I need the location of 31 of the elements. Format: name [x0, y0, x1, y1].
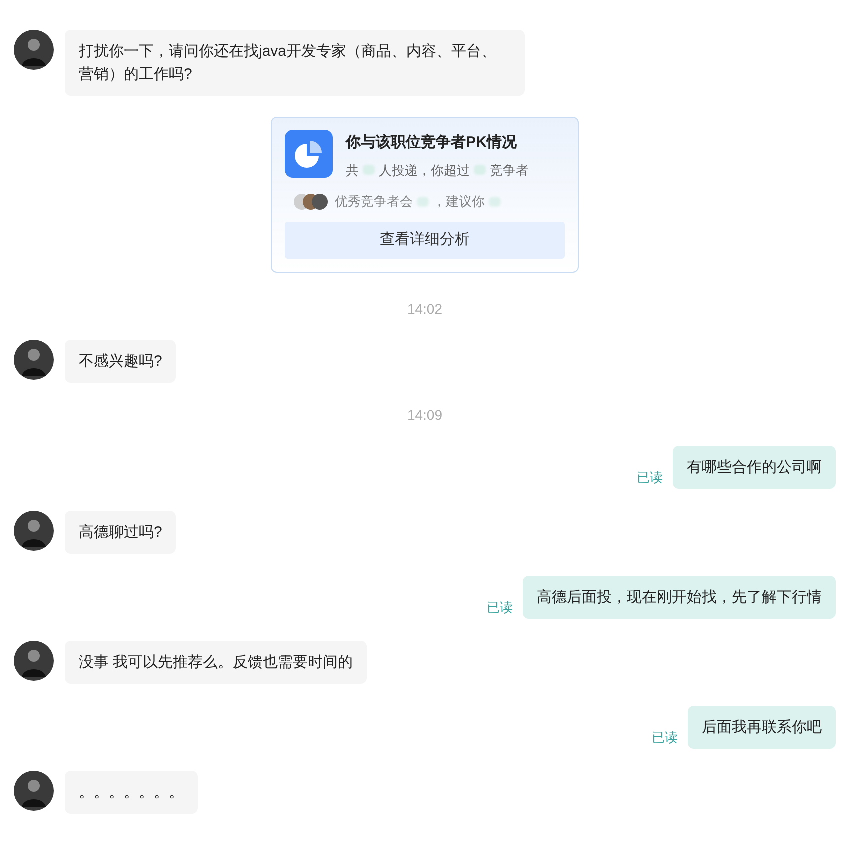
message-bubble: 高德聊过吗?	[65, 511, 176, 554]
competitor-avatars-icon	[293, 192, 329, 212]
message-bubble: 。。。。。。。	[65, 771, 198, 814]
avatar-icon	[14, 340, 54, 380]
card-text: 共	[346, 162, 359, 180]
avatar-icon	[14, 771, 54, 811]
blurred-placeholder	[489, 197, 501, 207]
message-bubble: 后面我再联系你吧	[688, 706, 836, 749]
view-analysis-button[interactable]: 查看详细分析	[285, 222, 565, 259]
timestamp: 14:09	[407, 406, 443, 425]
blurred-placeholder	[417, 197, 429, 207]
pie-chart-icon	[285, 130, 333, 178]
card-title: 你与该职位竞争者PK情况	[346, 133, 518, 153]
card-text: 人投递，你超过	[379, 162, 470, 180]
message-bubble: 不感兴趣吗?	[65, 340, 176, 383]
message-bubble: 有哪些合作的公司啊	[673, 446, 836, 489]
message-bubble: 没事 我可以先推荐么。反馈也需要时间的	[65, 641, 368, 684]
blurred-placeholder	[474, 165, 486, 176]
read-status: 已读	[637, 468, 663, 486]
read-status: 已读	[652, 728, 678, 746]
read-status: 已读	[487, 598, 513, 616]
message-bubble: 打扰你一下，请问你还在找java开发专家（商品、内容、平台、营销）的工作吗?	[65, 30, 525, 96]
message-bubble: 高德后面投，现在刚开始找，先了解下行情	[523, 576, 836, 619]
blurred-placeholder	[363, 165, 375, 176]
avatar-icon	[14, 30, 54, 70]
avatar-icon	[14, 641, 54, 681]
card-text: ，建议你	[433, 193, 485, 212]
timestamp: 14:02	[407, 300, 443, 319]
card-text: 优秀竞争者会	[335, 193, 413, 212]
card-text: 竞争者	[490, 162, 529, 180]
avatar-icon	[14, 511, 54, 551]
